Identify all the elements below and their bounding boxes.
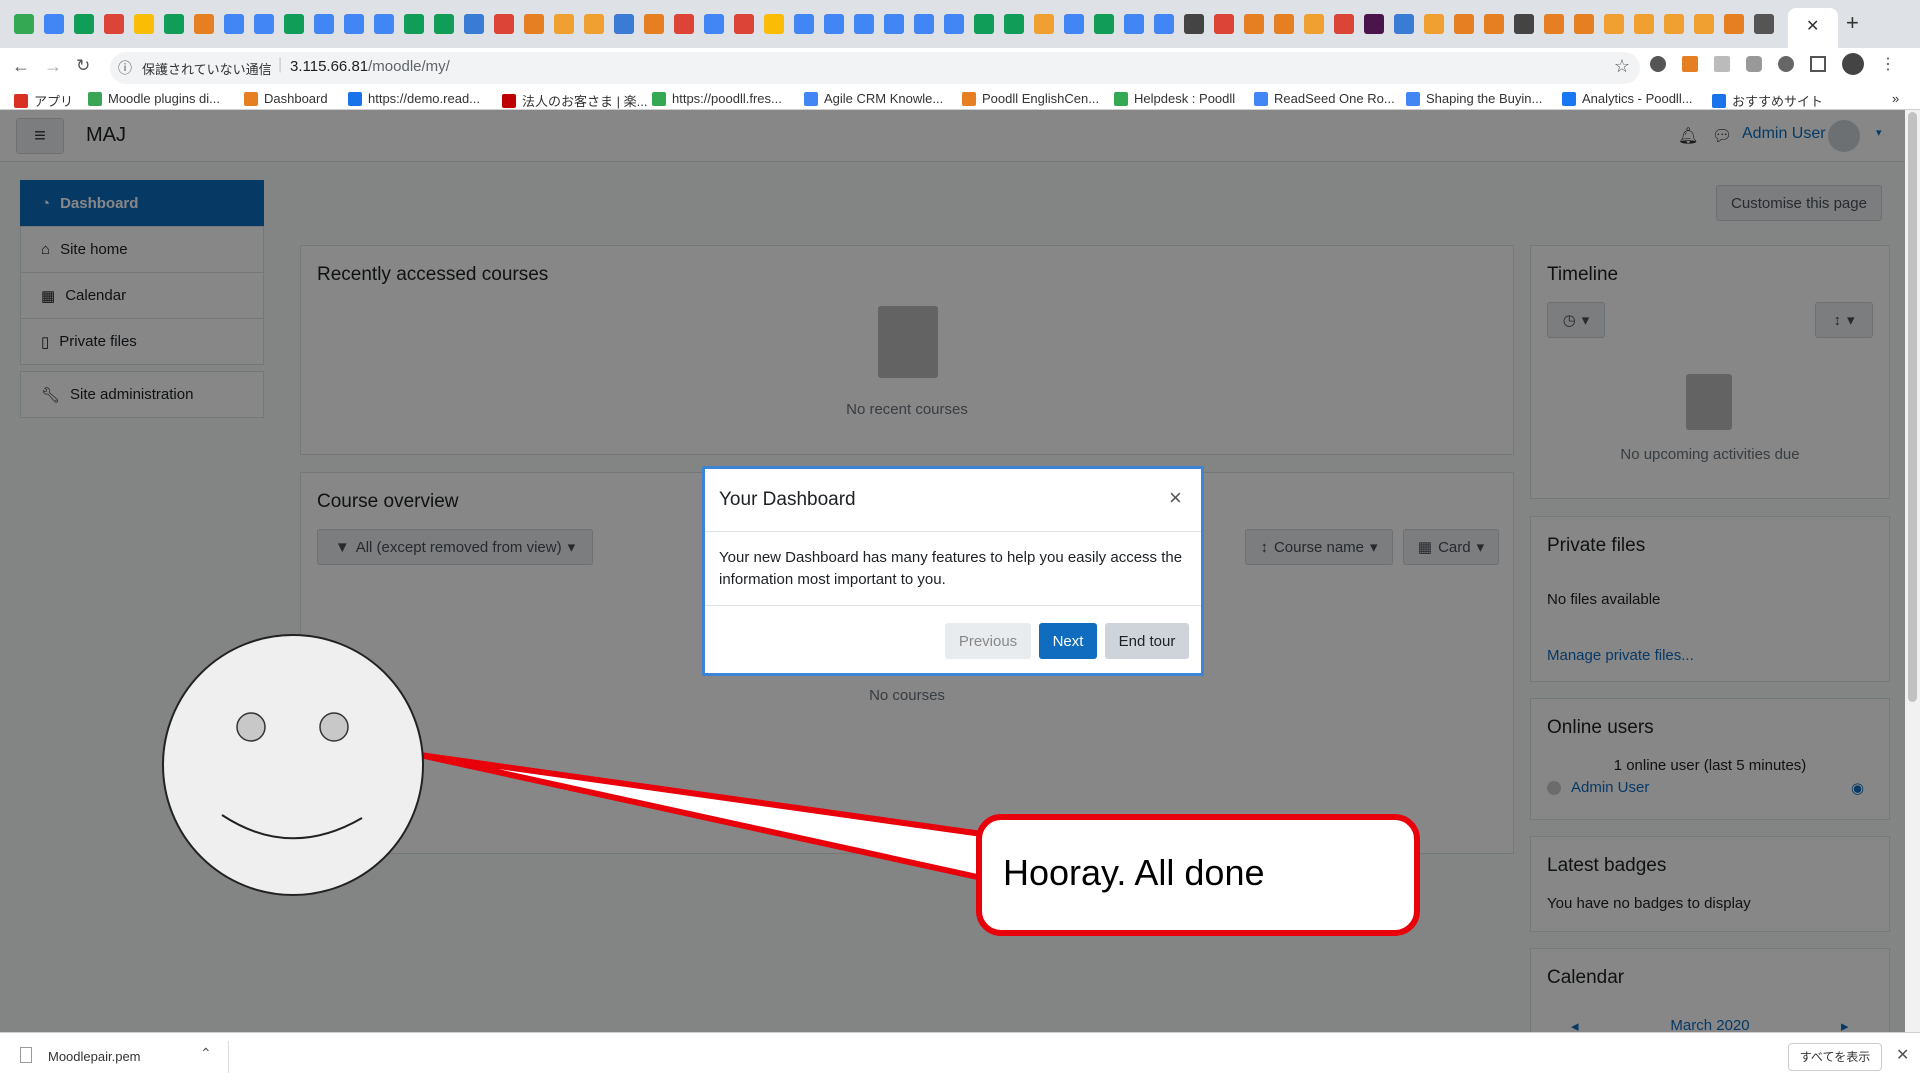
divider [228,1041,229,1073]
file-icon [20,1047,32,1063]
smiley-face-icon [162,634,424,896]
close-download-bar-icon[interactable]: ✕ [1896,1045,1909,1065]
smiley-left-eye [236,712,266,742]
speech-text: Hooray. All done [1003,852,1265,893]
chevron-up-icon[interactable]: ⌃ [200,1045,212,1062]
speech-tail [417,752,985,881]
download-file-name[interactable]: Moodlepair.pem [48,1049,141,1064]
scrollbar-thumb[interactable] [1908,112,1917,702]
annotation-layer [162,634,1420,936]
show-all-downloads-button[interactable]: すべてを表示 [1788,1043,1882,1071]
download-bar: Moodlepair.pem ⌃ すべてを表示 ✕ [0,1032,1920,1080]
smiley-right-eye [319,712,349,742]
speech-tail-join [984,836,998,876]
